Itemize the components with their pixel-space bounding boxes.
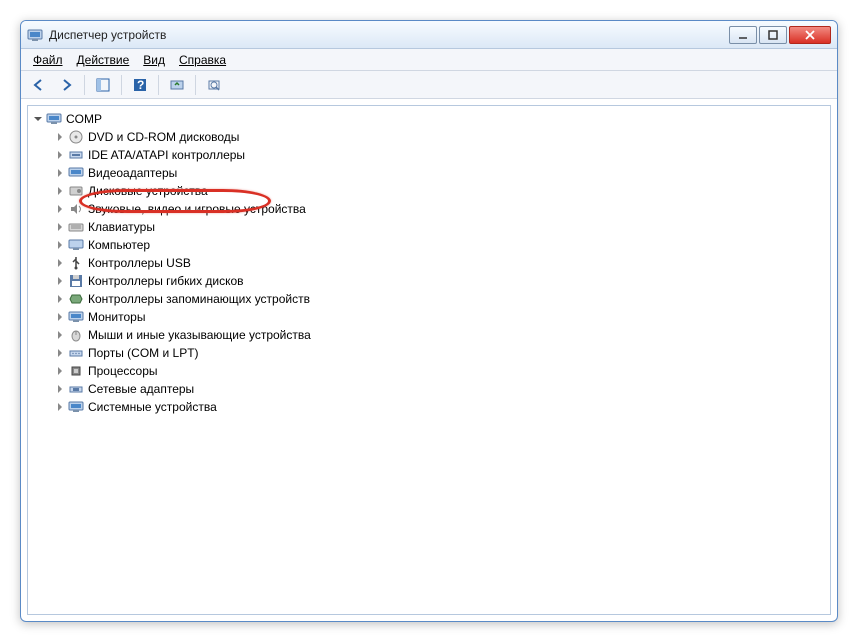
menu-help[interactable]: Справка bbox=[173, 51, 232, 69]
tree-node-label: IDE ATA/ATAPI контроллеры bbox=[88, 148, 245, 162]
tree-node-video[interactable]: Видеоадаптеры bbox=[52, 164, 828, 182]
tree-node-sound[interactable]: Звуковые, видео и игровые устройства bbox=[52, 200, 828, 218]
tree-root[interactable]: COMP bbox=[30, 110, 828, 128]
window-controls bbox=[729, 26, 831, 44]
device-tree: COMP DVD и CD-ROM дисководы IDE ATA/ATAPI… bbox=[30, 110, 828, 416]
close-button[interactable] bbox=[789, 26, 831, 44]
network-icon bbox=[68, 381, 84, 397]
device-tree-panel[interactable]: COMP DVD и CD-ROM дисководы IDE ATA/ATAPI… bbox=[27, 105, 831, 615]
ide-icon bbox=[68, 147, 84, 163]
system-icon bbox=[68, 399, 84, 415]
disk-icon bbox=[68, 183, 84, 199]
keyboard-icon bbox=[68, 219, 84, 235]
dvd-icon bbox=[68, 129, 84, 145]
floppy-icon bbox=[68, 273, 84, 289]
forward-button[interactable] bbox=[54, 74, 78, 96]
tree-node-ports[interactable]: Порты (COM и LPT) bbox=[52, 344, 828, 362]
tree-node-label: Видеоадаптеры bbox=[88, 166, 177, 180]
expand-icon[interactable] bbox=[54, 293, 66, 305]
toolbar-separator bbox=[158, 75, 159, 95]
tree-node-disk[interactable]: Дисковые устройства bbox=[52, 182, 828, 200]
ports-icon bbox=[68, 345, 84, 361]
expand-icon[interactable] bbox=[54, 149, 66, 161]
tree-node-label: Порты (COM и LPT) bbox=[88, 346, 199, 360]
app-icon bbox=[27, 27, 43, 43]
expand-icon[interactable] bbox=[54, 185, 66, 197]
tree-node-cpu[interactable]: Процессоры bbox=[52, 362, 828, 380]
tree-node-label: Клавиатуры bbox=[88, 220, 155, 234]
computer-icon bbox=[46, 111, 62, 127]
monitor-icon bbox=[68, 309, 84, 325]
expand-icon[interactable] bbox=[54, 383, 66, 395]
computer-icon bbox=[68, 237, 84, 253]
expand-icon[interactable] bbox=[54, 239, 66, 251]
svg-text:?: ? bbox=[137, 78, 144, 92]
back-button[interactable] bbox=[27, 74, 51, 96]
tree-node-network[interactable]: Сетевые адаптеры bbox=[52, 380, 828, 398]
tree-node-label: Сетевые адаптеры bbox=[88, 382, 194, 396]
expand-icon[interactable] bbox=[54, 221, 66, 233]
tree-node-storage[interactable]: Контроллеры запоминающих устройств bbox=[52, 290, 828, 308]
storage-icon bbox=[68, 291, 84, 307]
tree-node-label: Процессоры bbox=[88, 364, 158, 378]
tree-node-keyboard[interactable]: Клавиатуры bbox=[52, 218, 828, 236]
expand-icon[interactable] bbox=[54, 401, 66, 413]
menubar: Файл Действие Вид Справка bbox=[21, 49, 837, 71]
properties-button[interactable] bbox=[202, 74, 226, 96]
expand-icon[interactable] bbox=[54, 131, 66, 143]
tree-node-floppy[interactable]: Контроллеры гибких дисков bbox=[52, 272, 828, 290]
tree-node-label: Мониторы bbox=[88, 310, 145, 324]
window-title: Диспетчер устройств bbox=[49, 28, 729, 42]
show-hide-tree-button[interactable] bbox=[91, 74, 115, 96]
expand-icon[interactable] bbox=[54, 257, 66, 269]
collapse-icon[interactable] bbox=[32, 113, 44, 125]
tree-root-label: COMP bbox=[66, 112, 102, 126]
toolbar: ? bbox=[21, 71, 837, 99]
sound-icon bbox=[68, 201, 84, 217]
expand-icon[interactable] bbox=[54, 167, 66, 179]
tree-node-mouse[interactable]: Мыши и иные указывающие устройства bbox=[52, 326, 828, 344]
tree-node-usb[interactable]: Контроллеры USB bbox=[52, 254, 828, 272]
toolbar-separator bbox=[84, 75, 85, 95]
expand-icon[interactable] bbox=[54, 203, 66, 215]
mouse-icon bbox=[68, 327, 84, 343]
tree-node-ide[interactable]: IDE ATA/ATAPI контроллеры bbox=[52, 146, 828, 164]
tree-node-system[interactable]: Системные устройства bbox=[52, 398, 828, 416]
expand-icon[interactable] bbox=[54, 275, 66, 287]
titlebar[interactable]: Диспетчер устройств bbox=[21, 21, 837, 49]
expand-icon[interactable] bbox=[54, 329, 66, 341]
toolbar-separator bbox=[195, 75, 196, 95]
expand-icon[interactable] bbox=[54, 365, 66, 377]
toolbar-separator bbox=[121, 75, 122, 95]
tree-node-monitor[interactable]: Мониторы bbox=[52, 308, 828, 326]
tree-node-label: Контроллеры USB bbox=[88, 256, 191, 270]
maximize-button[interactable] bbox=[759, 26, 787, 44]
tree-node-label: Контроллеры гибких дисков bbox=[88, 274, 244, 288]
tree-node-label: Системные устройства bbox=[88, 400, 217, 414]
tree-node-label: DVD и CD-ROM дисководы bbox=[88, 130, 239, 144]
expand-icon[interactable] bbox=[54, 347, 66, 359]
menu-file[interactable]: Файл bbox=[27, 51, 69, 69]
video-icon bbox=[68, 165, 84, 181]
tree-node-dvd[interactable]: DVD и CD-ROM дисководы bbox=[52, 128, 828, 146]
menu-view[interactable]: Вид bbox=[137, 51, 171, 69]
cpu-icon bbox=[68, 363, 84, 379]
device-manager-window: Диспетчер устройств Файл Действие Вид Сп… bbox=[20, 20, 838, 622]
tree-node-computer[interactable]: Компьютер bbox=[52, 236, 828, 254]
tree-node-label: Мыши и иные указывающие устройства bbox=[88, 328, 311, 342]
menu-action[interactable]: Действие bbox=[71, 51, 136, 69]
tree-node-label: Дисковые устройства bbox=[88, 184, 208, 198]
minimize-button[interactable] bbox=[729, 26, 757, 44]
tree-node-label: Контроллеры запоминающих устройств bbox=[88, 292, 310, 306]
expand-icon[interactable] bbox=[54, 311, 66, 323]
tree-node-label: Звуковые, видео и игровые устройства bbox=[88, 202, 306, 216]
scan-hardware-button[interactable] bbox=[165, 74, 189, 96]
usb-icon bbox=[68, 255, 84, 271]
tree-node-label: Компьютер bbox=[88, 238, 150, 252]
help-button[interactable]: ? bbox=[128, 74, 152, 96]
